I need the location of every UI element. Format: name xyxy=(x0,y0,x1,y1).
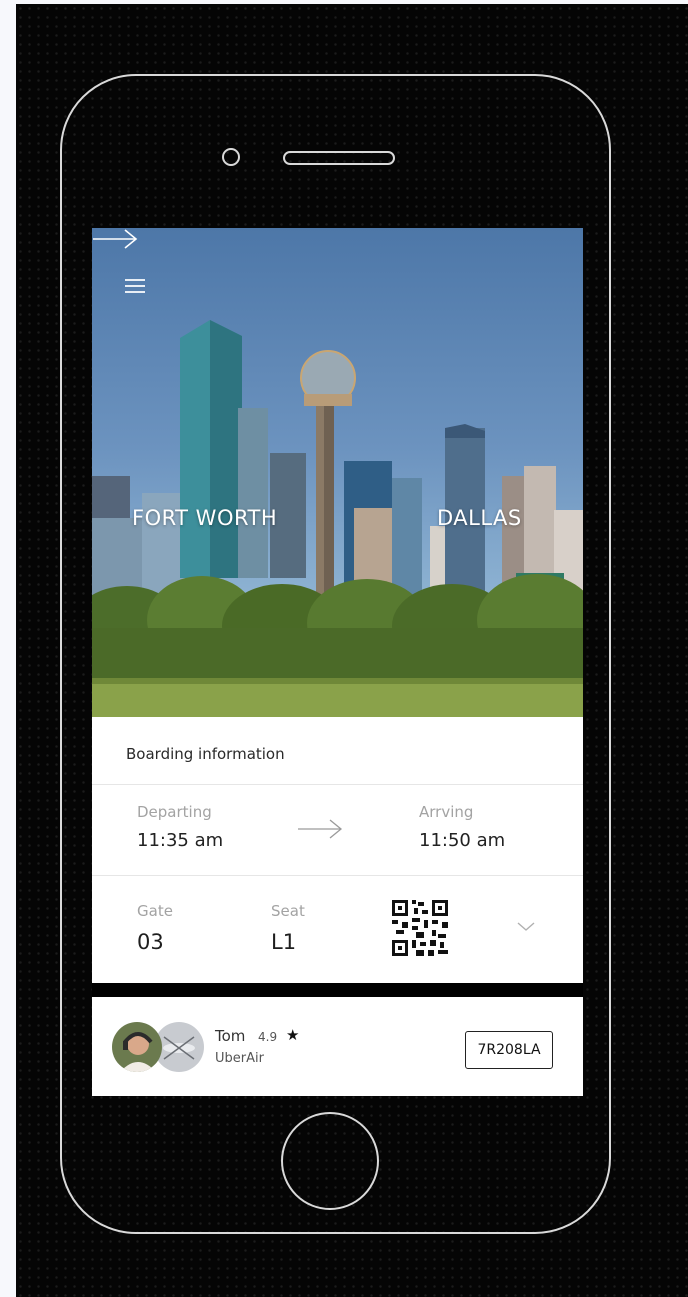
earpiece-speaker xyxy=(283,151,395,165)
route-origin: FORT WORTH xyxy=(132,506,278,530)
arriving-time: 11:50 am xyxy=(419,830,506,851)
hamburger-menu-icon[interactable] xyxy=(125,279,145,293)
boarding-info-title: Boarding information xyxy=(126,745,285,763)
time-arrow-icon xyxy=(298,819,343,839)
chevron-down-icon[interactable] xyxy=(517,922,535,932)
arriving-label: Arrving xyxy=(419,803,474,821)
pilot-info-row[interactable]: Tom 4.9 ★ UberAir 7R208LA xyxy=(92,997,583,1096)
gate-value: 03 xyxy=(137,930,164,954)
divider xyxy=(92,875,583,876)
skyline-illustration xyxy=(92,320,583,717)
operator-name: UberAir xyxy=(215,1051,264,1066)
qr-code-icon[interactable] xyxy=(392,900,448,956)
star-icon: ★ xyxy=(286,1026,300,1044)
divider xyxy=(92,784,583,785)
gate-label: Gate xyxy=(137,902,173,920)
aircraft-id-badge: 7R208LA xyxy=(465,1031,553,1069)
separator-band xyxy=(92,983,583,997)
app-screen: FORT WORTH DALLAS Boarding information D… xyxy=(92,228,583,1096)
pilot-name: Tom xyxy=(215,1027,246,1045)
home-button[interactable] xyxy=(281,1112,379,1210)
hero-city-skyline: FORT WORTH DALLAS xyxy=(92,228,583,717)
dark-backdrop: FORT WORTH DALLAS Boarding information D… xyxy=(16,4,688,1297)
departing-time: 11:35 am xyxy=(137,830,224,851)
route-destination: DALLAS xyxy=(437,506,522,530)
seat-value: L1 xyxy=(271,930,297,954)
front-camera xyxy=(222,148,240,166)
pilot-rating: 4.9 xyxy=(258,1030,278,1044)
pilot-avatar xyxy=(112,1022,162,1072)
departing-label: Departing xyxy=(137,803,212,821)
arrow-right-icon xyxy=(93,229,138,249)
seat-label: Seat xyxy=(271,902,305,920)
